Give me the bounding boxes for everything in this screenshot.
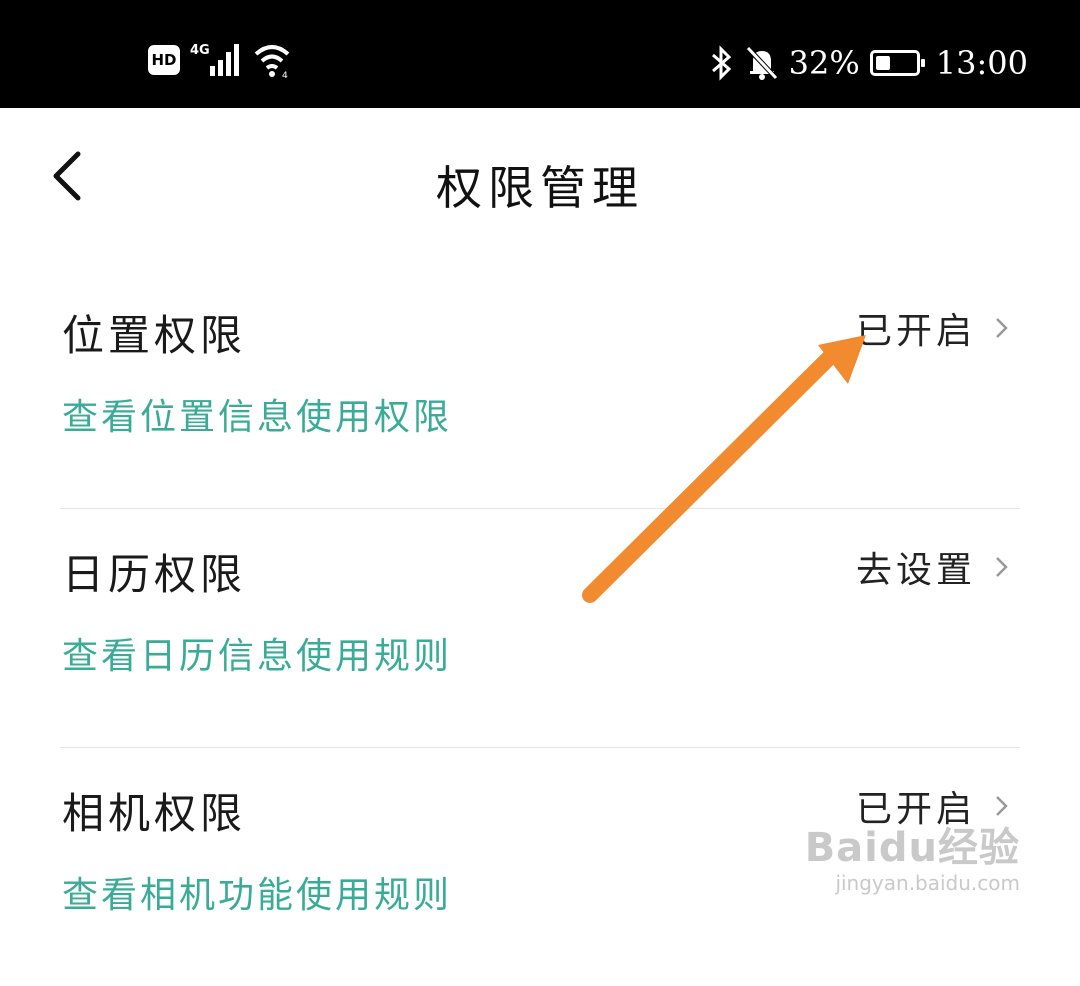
- watermark-url: jingyan.baidu.com: [835, 871, 1020, 895]
- watermark-logo: Baidu经验: [804, 825, 1020, 871]
- permission-status-button[interactable]: 已开启: [856, 302, 1010, 354]
- title-bar: 权限管理: [0, 108, 1080, 258]
- permission-status: 去设置: [855, 550, 976, 591]
- permission-desc-link[interactable]: 查看相机功能使用规则: [62, 866, 452, 918]
- watermark: Baidu经验 jingyan.baidu.com: [805, 815, 1020, 895]
- bluetooth-icon: [711, 45, 731, 81]
- battery-level: [875, 56, 890, 70]
- chevron-right-icon: [996, 318, 1008, 338]
- permission-name: 位置权限: [62, 311, 247, 360]
- battery-icon: [869, 50, 925, 76]
- clock: 13:00: [935, 44, 1028, 82]
- permission-status-button[interactable]: 去设置: [856, 541, 1010, 593]
- hd-icon: HD: [148, 45, 180, 75]
- wifi-icon: 4: [254, 45, 290, 80]
- svg-text:4: 4: [282, 71, 288, 80]
- status-right: 32% 13:00: [709, 44, 1028, 82]
- status-left: HD 4G 4: [148, 40, 296, 80]
- permission-desc-link[interactable]: 查看位置信息使用权限: [62, 388, 452, 440]
- permission-desc-link[interactable]: 查看日历信息使用规则: [62, 627, 452, 679]
- permission-item-location[interactable]: 位置权限 查看位置信息使用权限 已开启: [60, 270, 1020, 508]
- battery-percent: 32%: [788, 44, 860, 82]
- permission-status: 已开启: [855, 311, 976, 352]
- page-title: 权限管理: [436, 161, 644, 215]
- chevron-right-icon: [996, 557, 1008, 577]
- permission-name: 日历权限: [62, 550, 247, 599]
- permission-name: 相机权限: [62, 789, 247, 838]
- signal-icon: 4G: [190, 43, 239, 76]
- permission-item-calendar[interactable]: 日历权限 查看日历信息使用规则 去设置: [60, 508, 1020, 747]
- network-type-label: 4G: [190, 43, 210, 58]
- mute-bell-icon: [745, 46, 778, 80]
- status-bar: HD 4G 4 32% 13:00: [0, 0, 1080, 108]
